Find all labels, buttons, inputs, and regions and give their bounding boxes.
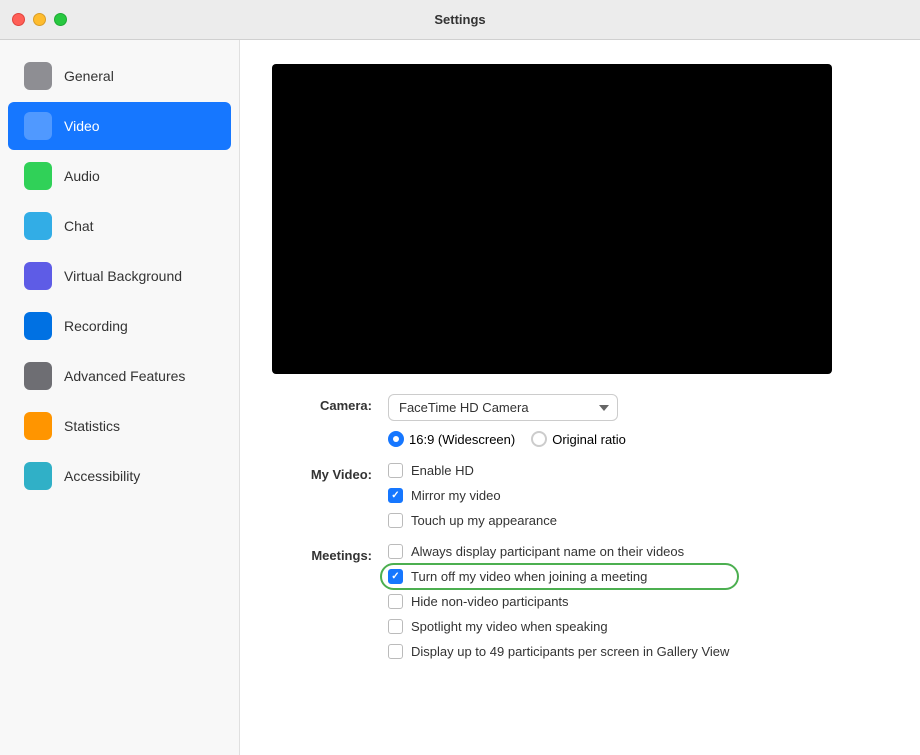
spotlight-label: Spotlight my video when speaking bbox=[411, 619, 608, 634]
hide-non-video-checkbox[interactable] bbox=[388, 594, 403, 609]
content-area: Camera: FaceTime HD Camera USB Camera 16… bbox=[240, 40, 920, 755]
sidebar-item-label-accessibility: Accessibility bbox=[64, 468, 140, 484]
close-button[interactable] bbox=[12, 13, 25, 26]
my-video-label: My Video: bbox=[272, 463, 372, 482]
enable-hd-option[interactable]: Enable HD bbox=[388, 463, 557, 478]
sidebar-item-label-audio: Audio bbox=[64, 168, 100, 184]
display-name-checkbox[interactable] bbox=[388, 544, 403, 559]
sidebar-item-video[interactable]: Video bbox=[8, 102, 231, 150]
sidebar-item-label-advanced: Advanced Features bbox=[64, 368, 185, 384]
radio-original-indicator bbox=[531, 431, 547, 447]
accessibility-icon bbox=[24, 462, 52, 490]
sidebar-item-label-video: Video bbox=[64, 118, 100, 134]
meetings-label: Meetings: bbox=[272, 544, 372, 563]
mirror-video-checkbox[interactable] bbox=[388, 488, 403, 503]
my-video-row: My Video: Enable HD Mirror my video Touc… bbox=[272, 463, 888, 528]
mirror-video-label: Mirror my video bbox=[411, 488, 501, 503]
mirror-video-option[interactable]: Mirror my video bbox=[388, 488, 557, 503]
window-title: Settings bbox=[434, 12, 485, 27]
enable-hd-label: Enable HD bbox=[411, 463, 474, 478]
sidebar-item-advanced[interactable]: Advanced Features bbox=[8, 352, 231, 400]
camera-row: Camera: FaceTime HD Camera USB Camera 16… bbox=[272, 394, 888, 447]
spotlight-checkbox[interactable] bbox=[388, 619, 403, 634]
chat-icon bbox=[24, 212, 52, 240]
ratio-original-label: Original ratio bbox=[552, 432, 626, 447]
display-name-label: Always display participant name on their… bbox=[411, 544, 684, 559]
enable-hd-checkbox[interactable] bbox=[388, 463, 403, 478]
turn-off-video-checkbox[interactable] bbox=[388, 569, 403, 584]
titlebar: Settings bbox=[0, 0, 920, 40]
video-preview bbox=[272, 64, 832, 374]
meetings-row: Meetings: Always display participant nam… bbox=[272, 544, 888, 659]
touch-up-option[interactable]: Touch up my appearance bbox=[388, 513, 557, 528]
sidebar-item-general[interactable]: General bbox=[8, 52, 231, 100]
sidebar-item-chat[interactable]: Chat bbox=[8, 202, 231, 250]
general-icon bbox=[24, 62, 52, 90]
camera-controls: FaceTime HD Camera USB Camera 16:9 (Wide… bbox=[388, 394, 626, 447]
sidebar-item-accessibility[interactable]: Accessibility bbox=[8, 452, 231, 500]
ratio-original[interactable]: Original ratio bbox=[531, 431, 626, 447]
sidebar-item-virtual-bg[interactable]: Virtual Background bbox=[8, 252, 231, 300]
audio-icon bbox=[24, 162, 52, 190]
sidebar-item-audio[interactable]: Audio bbox=[8, 152, 231, 200]
statistics-icon bbox=[24, 412, 52, 440]
hide-non-video-option[interactable]: Hide non-video participants bbox=[388, 594, 729, 609]
display-name-option[interactable]: Always display participant name on their… bbox=[388, 544, 729, 559]
turn-off-video-option[interactable]: Turn off my video when joining a meeting bbox=[388, 569, 729, 584]
camera-select[interactable]: FaceTime HD Camera USB Camera bbox=[388, 394, 618, 421]
window-controls[interactable] bbox=[12, 13, 67, 26]
video-icon bbox=[24, 112, 52, 140]
spotlight-option[interactable]: Spotlight my video when speaking bbox=[388, 619, 729, 634]
turn-off-video-label: Turn off my video when joining a meeting bbox=[411, 569, 647, 584]
gallery-view-checkbox[interactable] bbox=[388, 644, 403, 659]
touch-up-checkbox[interactable] bbox=[388, 513, 403, 528]
ratio-widescreen-label: 16:9 (Widescreen) bbox=[409, 432, 515, 447]
maximize-button[interactable] bbox=[54, 13, 67, 26]
sidebar-item-label-virtual-bg: Virtual Background bbox=[64, 268, 182, 284]
sidebar-item-label-chat: Chat bbox=[64, 218, 94, 234]
touch-up-label: Touch up my appearance bbox=[411, 513, 557, 528]
sidebar-item-label-general: General bbox=[64, 68, 114, 84]
sidebar-item-label-recording: Recording bbox=[64, 318, 128, 334]
gallery-view-option[interactable]: Display up to 49 participants per screen… bbox=[388, 644, 729, 659]
radio-widescreen-indicator bbox=[388, 431, 404, 447]
sidebar: General Video Audio Chat Virtual Background R… bbox=[0, 40, 240, 755]
main-layout: General Video Audio Chat Virtual Background R… bbox=[0, 40, 920, 755]
ratio-row: 16:9 (Widescreen) Original ratio bbox=[388, 431, 626, 447]
camera-label: Camera: bbox=[272, 394, 372, 413]
camera-select-row: FaceTime HD Camera USB Camera bbox=[388, 394, 626, 421]
recording-icon bbox=[24, 312, 52, 340]
virtual-bg-icon bbox=[24, 262, 52, 290]
sidebar-item-label-statistics: Statistics bbox=[64, 418, 120, 434]
sidebar-item-recording[interactable]: Recording bbox=[8, 302, 231, 350]
minimize-button[interactable] bbox=[33, 13, 46, 26]
gallery-view-label: Display up to 49 participants per screen… bbox=[411, 644, 729, 659]
sidebar-item-statistics[interactable]: Statistics bbox=[8, 402, 231, 450]
hide-non-video-label: Hide non-video participants bbox=[411, 594, 569, 609]
meetings-controls: Always display participant name on their… bbox=[388, 544, 729, 659]
my-video-controls: Enable HD Mirror my video Touch up my ap… bbox=[388, 463, 557, 528]
ratio-widescreen[interactable]: 16:9 (Widescreen) bbox=[388, 431, 515, 447]
advanced-icon bbox=[24, 362, 52, 390]
